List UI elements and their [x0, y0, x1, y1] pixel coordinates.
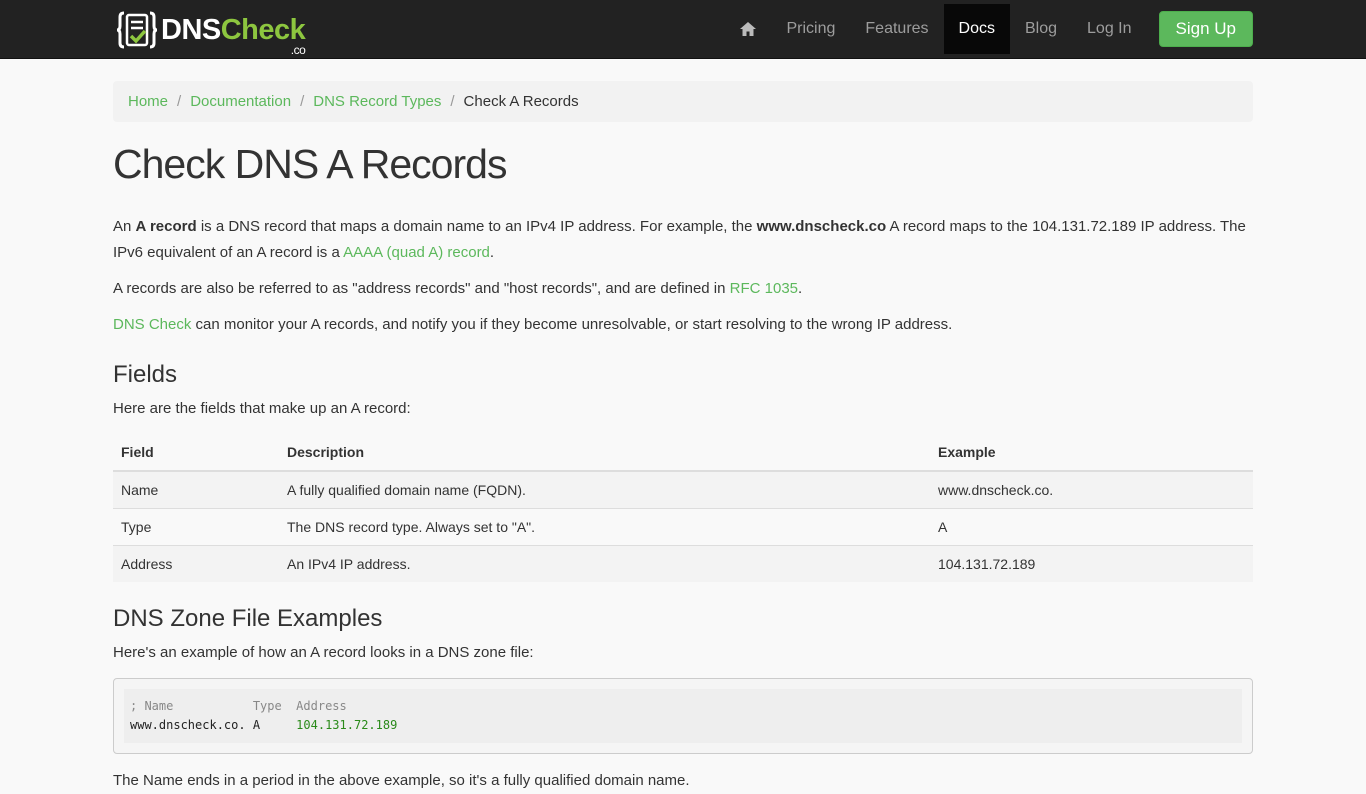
- text: .: [798, 280, 803, 297]
- text: can monitor your A records, and notify y…: [191, 316, 953, 333]
- text: is a DNS record that maps a domain name …: [196, 218, 757, 235]
- code-record-line: www.dnscheck.co. A 104.131.72.189: [130, 716, 1236, 735]
- fields-lead: Here are the fields that make up an A re…: [113, 400, 411, 417]
- logo-co-text: .co: [290, 42, 306, 57]
- intro-paragraph-3: DNS Check can monitor your A records, an…: [113, 312, 1253, 338]
- code-comment-line: ; Name Type Address: [130, 699, 347, 713]
- page-title: Check DNS A Records: [113, 141, 507, 187]
- text: .: [489, 244, 495, 261]
- breadcrumb-separator: /: [177, 93, 182, 110]
- table-cell: 104.131.72.189: [930, 545, 1253, 582]
- table-cell: Address: [113, 545, 279, 582]
- intro-paragraph-2: A records are also be referred to as "ad…: [113, 276, 1253, 302]
- table-cell: A fully qualified domain name (FQDN).: [279, 470, 930, 509]
- breadcrumb-home[interactable]: Home: [128, 93, 168, 110]
- navbar: DNSCheck .co Pricing Features Docs Blog L…: [0, 0, 1366, 59]
- breadcrumb-documentation[interactable]: Documentation: [190, 93, 291, 110]
- table-header-example: Example: [930, 434, 1253, 472]
- table-cell: A: [930, 508, 1253, 546]
- logo-dns-text: DNS: [161, 13, 221, 46]
- dns-check-link[interactable]: DNS Check: [113, 316, 191, 333]
- logo[interactable]: DNSCheck .co: [117, 8, 306, 56]
- table-cell: The DNS record type. Always set to "A".: [279, 508, 930, 546]
- table-header-row: Field Description Example: [113, 434, 1253, 472]
- nav-blog[interactable]: Blog: [1010, 4, 1072, 54]
- intro-paragraph-1: An A record is a DNS record that maps a …: [113, 214, 1253, 266]
- breadcrumb-separator: /: [300, 93, 305, 110]
- table-cell: An IPv4 IP address.: [279, 545, 930, 582]
- text: A records are also be referred to as "ad…: [113, 280, 730, 297]
- fields-table: Field Description Example Name A fully q…: [113, 434, 1253, 582]
- bold-text: A record: [135, 218, 197, 235]
- code-record-name-type: www.dnscheck.co. A: [130, 718, 297, 732]
- table-header-field: Field: [113, 434, 279, 472]
- table-cell: www.dnscheck.co.: [930, 470, 1253, 509]
- breadcrumb-dns-record-types[interactable]: DNS Record Types: [313, 93, 441, 110]
- logo-document-check-icon: [117, 11, 157, 49]
- breadcrumb: Home / Documentation / DNS Record Types / Chec…: [113, 81, 1253, 122]
- table-cell: Type: [113, 508, 279, 546]
- breadcrumb-separator: /: [450, 93, 455, 110]
- table-row: Address An IPv4 IP address. 104.131.72.1…: [113, 545, 1253, 582]
- zone-after-text: The Name ends in a period in the above e…: [113, 772, 690, 789]
- table-row: Name A fully qualified domain name (FQDN…: [113, 470, 1253, 509]
- table-header-description: Description: [279, 434, 930, 472]
- code-record-address: 104.131.72.189: [296, 718, 398, 732]
- breadcrumb-current: Check A Records: [463, 93, 579, 110]
- bold-text: www.dnscheck.co: [756, 218, 887, 235]
- nav-login[interactable]: Log In: [1072, 4, 1146, 54]
- signup-button[interactable]: Sign Up: [1158, 11, 1253, 47]
- table-row: Type The DNS record type. Always set to …: [113, 508, 1253, 546]
- nav-features[interactable]: Features: [850, 4, 943, 54]
- aaaa-record-link[interactable]: AAAA (quad A) record: [343, 244, 490, 261]
- home-icon: [739, 21, 756, 36]
- rfc-1035-link[interactable]: RFC 1035: [730, 280, 798, 297]
- zone-heading: DNS Zone File Examples: [113, 605, 383, 632]
- nav-docs[interactable]: Docs: [943, 4, 1010, 54]
- logo-check-text: Check: [220, 13, 306, 46]
- code-content: ; Name Type Address www.dnscheck.co. A 1…: [124, 689, 1242, 743]
- zone-lead: Here's an example of how an A record loo…: [113, 644, 534, 661]
- text: An: [113, 218, 136, 235]
- zone-file-code-block: ; Name Type Address www.dnscheck.co. A 1…: [113, 678, 1253, 754]
- fields-heading: Fields: [113, 361, 178, 388]
- nav-home-link[interactable]: [724, 4, 772, 54]
- table-cell: Name: [113, 470, 279, 509]
- nav-links: Pricing Features Docs Blog Log In Sign U…: [724, 0, 1253, 58]
- nav-pricing[interactable]: Pricing: [772, 4, 851, 54]
- main-content: Home / Documentation / DNS Record Types / Chec…: [113, 81, 1253, 794]
- logo-wordmark: DNSCheck .co: [161, 13, 306, 56]
